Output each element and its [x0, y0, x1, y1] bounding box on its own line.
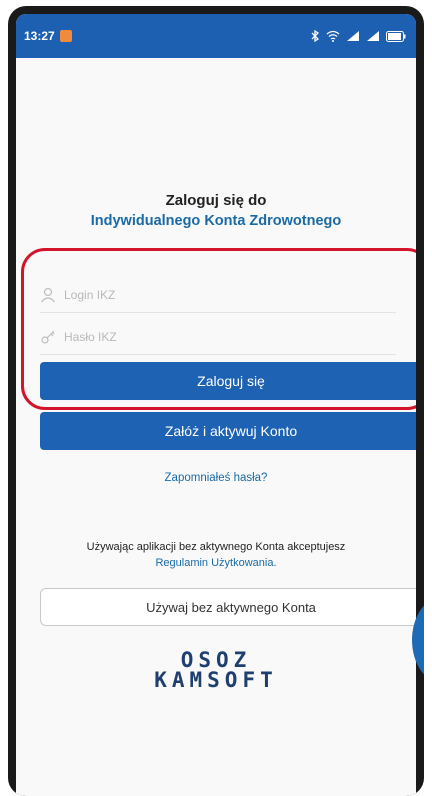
key-icon [41, 330, 55, 344]
app-screen: 13:27 Zaloguj się do Indywidualnego Kont… [16, 14, 416, 796]
password-input[interactable] [62, 329, 266, 345]
status-bar: 13:27 [16, 14, 416, 58]
terms-text: Używając aplikacji bez aktywnego Konta a… [86, 541, 346, 553]
wifi-icon [326, 30, 340, 42]
signal-icon [347, 31, 359, 41]
forgot-password-link[interactable]: Zapomniałeś hasła? [16, 472, 416, 484]
login-title: Zaloguj się do [165, 192, 267, 209]
phone-frame: 13:27 Zaloguj się do Indywidualnego Kont… [8, 6, 424, 796]
login-field[interactable] [40, 278, 396, 313]
guest-button[interactable]: Używaj bez aktywnego Konta [40, 588, 416, 626]
login-input[interactable] [62, 287, 266, 303]
status-icons [310, 30, 406, 42]
bluetooth-icon [311, 30, 320, 42]
user-icon [41, 287, 55, 303]
register-button[interactable]: Załóż i aktywuj Konto [40, 412, 416, 450]
battery-icon [386, 30, 406, 42]
login-button[interactable]: Zaloguj się [40, 362, 416, 400]
login-subtitle: Indywidualnego Konta Zdrowotnego [90, 213, 342, 229]
password-field[interactable] [40, 320, 396, 355]
status-time: 13:27 [24, 29, 55, 43]
logo-kamsoft: KAMSOFT [154, 668, 278, 692]
notification-icon [59, 30, 72, 42]
signal-2-icon [367, 31, 379, 41]
terms-link[interactable]: Regulamin Użytkowania. [16, 557, 416, 569]
